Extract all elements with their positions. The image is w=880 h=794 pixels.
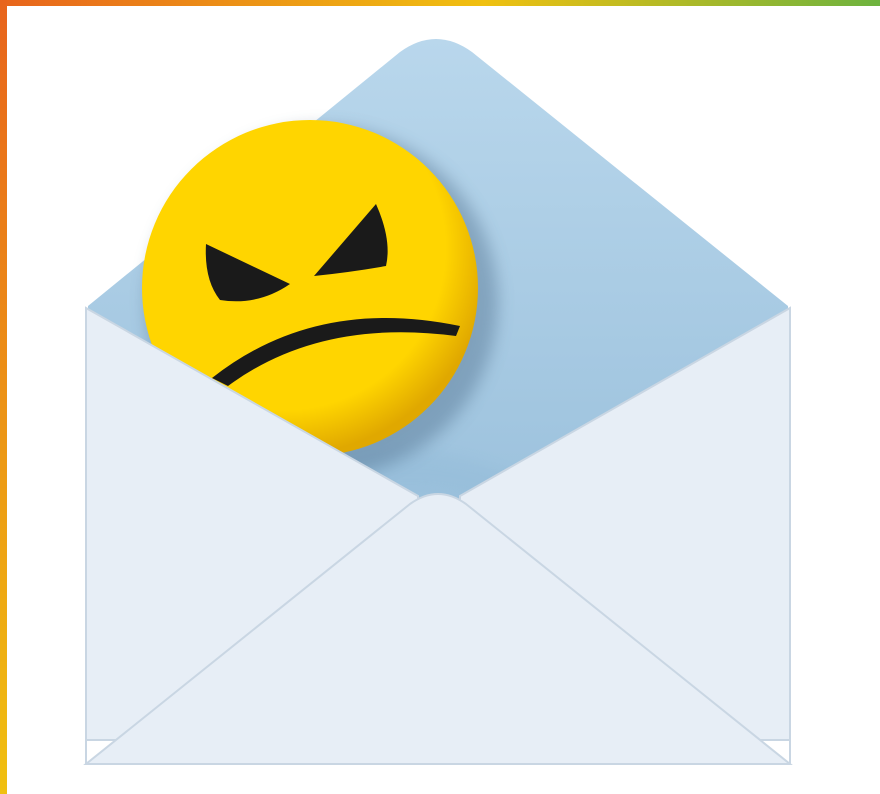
envelope-illustration	[83, 39, 793, 765]
